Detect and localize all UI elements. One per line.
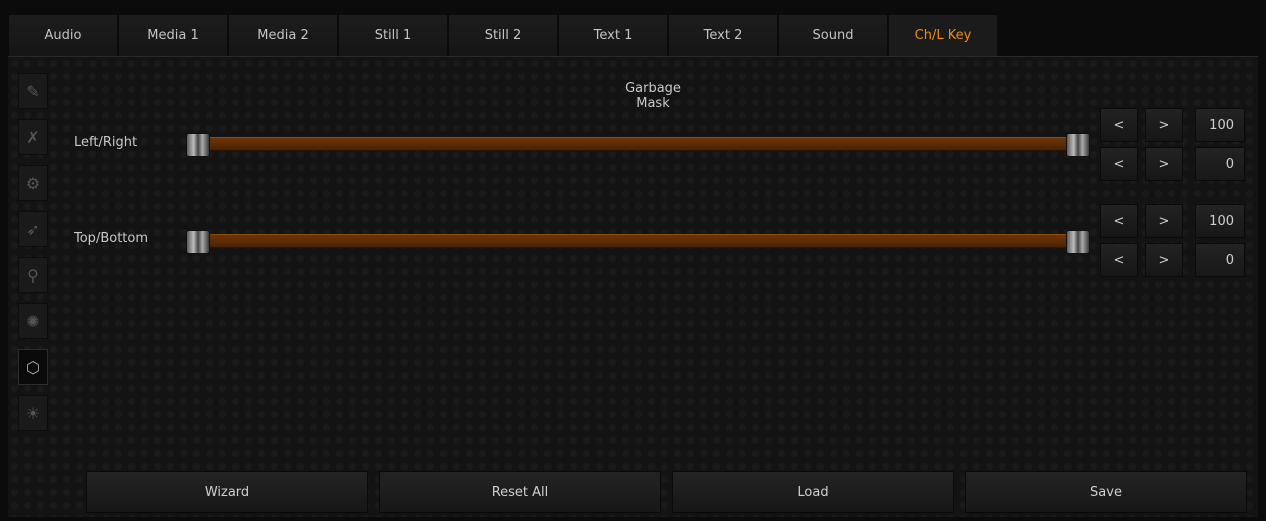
tab-text-2[interactable]: Text 2 (668, 14, 778, 56)
left-right-min-increment[interactable]: > (1145, 147, 1183, 181)
key-tool-sidebar: ✎ ✗ ⚙ ➶ ⚲ ✺ ⬡ ☀ (18, 73, 48, 431)
wizard-button[interactable]: Wizard (86, 471, 368, 513)
garbage-mask-icon[interactable]: ⬡ (18, 349, 48, 385)
tab-audio[interactable]: Audio (8, 14, 118, 56)
left-right-max-handle[interactable] (1066, 133, 1090, 157)
top-bottom-min-decrement[interactable]: < (1100, 243, 1138, 277)
top-bottom-max-value[interactable]: 100 (1195, 204, 1245, 238)
tab-text-1[interactable]: Text 1 (558, 14, 668, 56)
left-right-slider[interactable] (186, 133, 1090, 157)
tab-still-2[interactable]: Still 2 (448, 14, 558, 56)
tab-still-1[interactable]: Still 1 (338, 14, 448, 56)
left-right-max-value[interactable]: 100 (1195, 108, 1245, 142)
reset-all-button[interactable]: Reset All (379, 471, 661, 513)
color-sample-icon[interactable]: ✺ (18, 303, 48, 339)
key-settings-panel: ✎ ✗ ⚙ ➶ ⚲ ✺ ⬡ ☀ Garbage Mask Left/Right … (8, 56, 1258, 517)
section-title: Garbage Mask (625, 81, 681, 111)
left-right-min-decrement[interactable]: < (1100, 147, 1138, 181)
wand-off-icon[interactable]: ✗ (18, 119, 48, 155)
top-bottom-max-increment[interactable]: > (1145, 204, 1183, 238)
left-right-max-decrement[interactable]: < (1100, 108, 1138, 142)
left-right-min-handle[interactable] (186, 133, 210, 157)
top-bottom-slider[interactable] (186, 230, 1090, 254)
top-bottom-label: Top/Bottom (74, 231, 149, 246)
tab-media-1[interactable]: Media 1 (118, 14, 228, 56)
left-right-label: Left/Right (74, 135, 138, 150)
wand-icon[interactable]: ✎ (18, 73, 48, 109)
top-bottom-min-increment[interactable]: > (1145, 243, 1183, 277)
brush-icon[interactable]: ➶ (18, 211, 48, 247)
left-right-min-value[interactable]: 0 (1195, 147, 1245, 181)
top-bottom-max-decrement[interactable]: < (1100, 204, 1138, 238)
load-button[interactable]: Load (672, 471, 954, 513)
eyedropper-icon[interactable]: ⚲ (18, 257, 48, 293)
tab-sound[interactable]: Sound (778, 14, 888, 56)
top-bottom-min-handle[interactable] (186, 230, 210, 254)
tab-bar: Audio Media 1 Media 2 Still 1 Still 2 Te… (8, 14, 998, 56)
tab-media-2[interactable]: Media 2 (228, 14, 338, 56)
top-bottom-max-handle[interactable] (1066, 230, 1090, 254)
left-right-max-increment[interactable]: > (1145, 108, 1183, 142)
top-bottom-min-value[interactable]: 0 (1195, 243, 1245, 277)
sun-wand-icon[interactable]: ☀ (18, 395, 48, 431)
tab-chroma-luma-key[interactable]: Ch/L Key (888, 14, 998, 56)
save-button[interactable]: Save (965, 471, 1247, 513)
gear-wand-icon[interactable]: ⚙ (18, 165, 48, 201)
